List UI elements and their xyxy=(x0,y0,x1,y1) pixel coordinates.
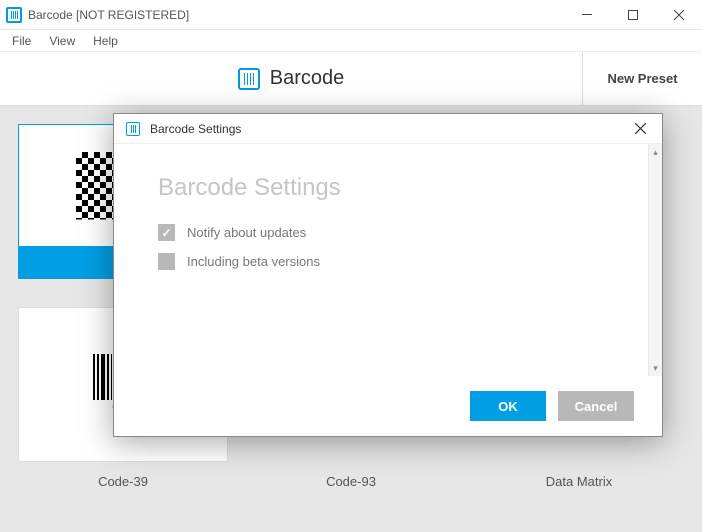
preset-label-row: Code-39 Code-93 Data Matrix xyxy=(18,466,684,489)
beta-versions-label: Including beta versions xyxy=(187,254,320,269)
scroll-up-icon[interactable]: ▴ xyxy=(649,144,662,160)
barcode-icon xyxy=(238,68,260,90)
new-preset-button[interactable]: New Preset xyxy=(582,52,702,105)
menu-file[interactable]: File xyxy=(4,32,39,50)
beta-versions-row[interactable]: Including beta versions xyxy=(158,253,618,270)
maximize-button[interactable] xyxy=(610,0,656,30)
close-icon xyxy=(635,123,646,134)
modal-body: Barcode Settings Notify about updates In… xyxy=(114,144,662,376)
menubar: File View Help xyxy=(0,30,702,52)
app-icon xyxy=(6,7,22,23)
notify-updates-label: Notify about updates xyxy=(187,225,306,240)
topbar-title-area: Barcode xyxy=(0,52,582,105)
topbar: Barcode New Preset xyxy=(0,52,702,106)
modal-footer: OK Cancel xyxy=(114,376,662,436)
close-button[interactable] xyxy=(656,0,702,30)
label-code39: Code-39 xyxy=(18,466,228,489)
settings-modal: Barcode Settings Barcode Settings Notify… xyxy=(113,113,663,437)
modal-scrollbar[interactable]: ▴ ▾ xyxy=(648,144,662,376)
window-titlebar: Barcode [NOT REGISTERED] xyxy=(0,0,702,30)
notify-updates-checkbox[interactable] xyxy=(158,224,175,241)
ok-button[interactable]: OK xyxy=(470,391,546,421)
minimize-button[interactable] xyxy=(564,0,610,30)
menu-help[interactable]: Help xyxy=(85,32,126,50)
modal-app-icon xyxy=(126,122,140,136)
modal-close-button[interactable] xyxy=(620,115,660,143)
app-title: Barcode xyxy=(270,67,345,90)
label-datamatrix: Data Matrix xyxy=(474,466,684,489)
window-title: Barcode [NOT REGISTERED] xyxy=(28,8,564,22)
beta-versions-checkbox[interactable] xyxy=(158,253,175,270)
modal-titlebar: Barcode Settings xyxy=(114,114,662,144)
menu-view[interactable]: View xyxy=(41,32,83,50)
label-code93: Code-93 xyxy=(246,466,456,489)
window-controls xyxy=(564,0,702,30)
cancel-button[interactable]: Cancel xyxy=(558,391,634,421)
scroll-down-icon[interactable]: ▾ xyxy=(649,360,662,376)
modal-title: Barcode Settings xyxy=(150,122,620,136)
notify-updates-row[interactable]: Notify about updates xyxy=(158,224,618,241)
modal-heading: Barcode Settings xyxy=(158,174,618,202)
